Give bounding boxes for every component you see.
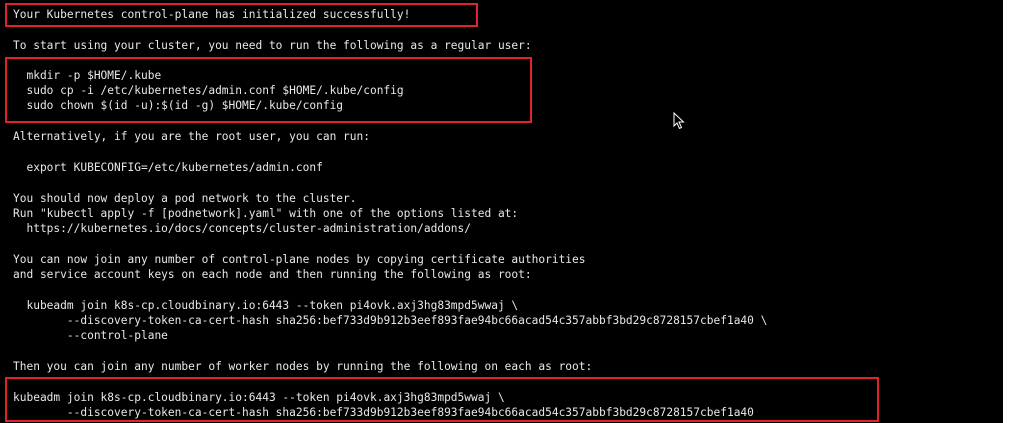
mouse-pointer-icon bbox=[673, 112, 685, 130]
terminal-line: --control-plane bbox=[13, 329, 168, 342]
terminal-line: --discovery-token-ca-cert-hash sha256:be… bbox=[13, 314, 768, 327]
terminal-line: kubeadm join k8s-cp.cloudbinary.io:6443 … bbox=[13, 299, 519, 312]
terminal-line: export KUBECONFIG=/etc/kubernetes/admin.… bbox=[13, 161, 323, 174]
highlight-user-setup-commands bbox=[5, 57, 532, 123]
highlight-success-message bbox=[5, 3, 478, 27]
highlight-worker-join-command bbox=[5, 377, 879, 422]
terminal-line: https://kubernetes.io/docs/concepts/clus… bbox=[13, 222, 472, 235]
terminal-line: Run "kubectl apply -f [podnetwork].yaml"… bbox=[13, 207, 519, 220]
terminal-line: Alternatively, if you are the root user,… bbox=[13, 130, 370, 143]
terminal-line: You should now deploy a pod network to t… bbox=[13, 192, 357, 205]
terminal-line: Then you can join any number of worker n… bbox=[13, 360, 593, 373]
terminal-window[interactable]: Your Kubernetes control-plane has initia… bbox=[0, 0, 1010, 423]
terminal-line: To start using your cluster, you need to… bbox=[13, 39, 532, 52]
window-edge bbox=[1003, 0, 1010, 423]
terminal-line: and service account keys on each node an… bbox=[13, 268, 532, 281]
terminal-line: You can now join any number of control-p… bbox=[13, 253, 586, 266]
